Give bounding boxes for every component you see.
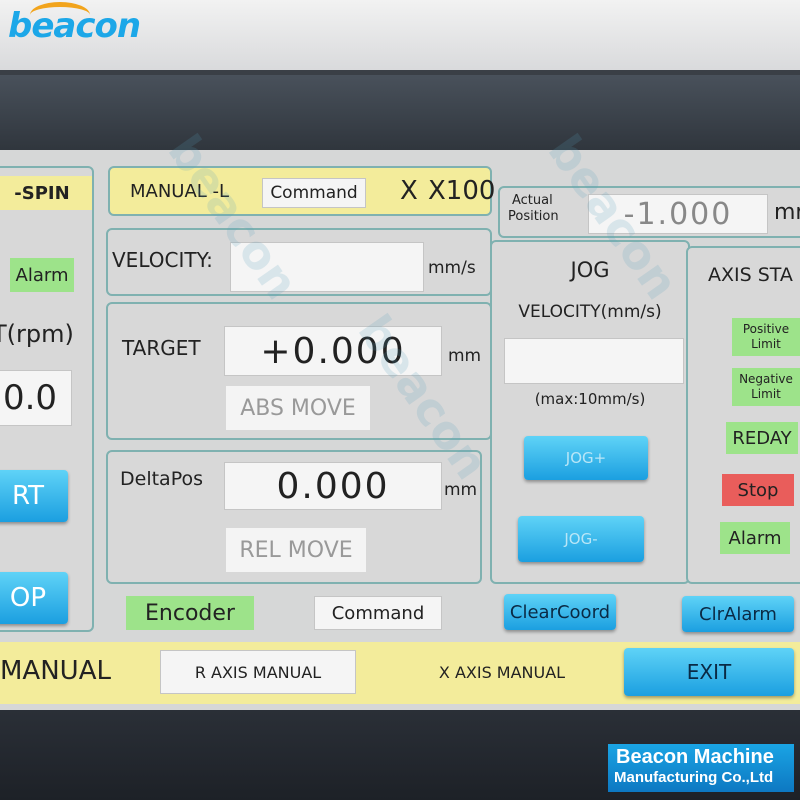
spin-alarm-indicator: Alarm xyxy=(10,258,74,292)
rpm-value: 0.0 xyxy=(0,370,72,426)
header-command-field: Command xyxy=(262,178,366,208)
mode-label: MANUAL -L xyxy=(130,181,230,202)
jog-max-note: (max:10mm/s) xyxy=(534,390,646,408)
velocity-panel: VELOCITY: mm/s xyxy=(106,228,492,296)
axis-status-title: AXIS STA xyxy=(708,264,793,286)
brand-banner: Beacon Machine Manufacturing Co.,Ltd xyxy=(608,744,794,792)
jog-plus-button[interactable]: JOG+ xyxy=(524,436,648,480)
axis-alarm-indicator: Alarm xyxy=(720,522,790,554)
axis-status-panel: AXIS STA Positive Limit Negative Limit R… xyxy=(686,246,800,584)
jog-title: JOG xyxy=(570,258,610,282)
negative-limit-indicator: Negative Limit xyxy=(732,368,800,406)
target-panel: TARGET +0.000 mm ABS MOVE xyxy=(106,302,492,440)
target-unit: mm xyxy=(448,346,482,366)
clear-coord-button[interactable]: ClearCoord xyxy=(504,594,616,630)
jog-velocity-label: VELOCITY(mm/s) xyxy=(518,302,662,322)
velocity-input[interactable] xyxy=(230,242,424,292)
brand-logo: beacon xyxy=(8,6,141,46)
bottom-tab-bar: MANUAL R AXIS MANUAL X AXIS MANUAL EXIT xyxy=(0,642,800,704)
stop-indicator: Stop xyxy=(722,474,794,506)
target-input[interactable]: +0.000 xyxy=(224,326,442,376)
footer-command-field: Command xyxy=(314,596,442,630)
rpm-label: T(rpm) xyxy=(0,320,74,348)
left-spin-panel: -SPIN Alarm T(rpm) 0.0 RT OP xyxy=(0,166,94,632)
actual-position-panel: Actual Position -1.000 mr xyxy=(498,186,800,238)
manual-header: MANUAL -L Command X X100 xyxy=(108,166,496,216)
delta-input[interactable]: 0.000 xyxy=(224,462,442,510)
rel-move-button[interactable]: REL MOVE xyxy=(226,528,366,572)
brand-line-2: Manufacturing Co.,Ltd xyxy=(614,769,774,786)
exit-button[interactable]: EXIT xyxy=(624,648,794,696)
tab-r-axis-manual[interactable]: R AXIS MANUAL xyxy=(160,650,356,694)
scale-label: X100 xyxy=(428,176,496,206)
delta-panel: DeltaPos 0.000 mm REL MOVE xyxy=(106,450,482,584)
positive-limit-indicator: Positive Limit xyxy=(732,318,800,356)
encoder-indicator: Encoder xyxy=(126,596,254,630)
actual-position-value: -1.000 xyxy=(588,194,768,234)
hmi-screen: -SPIN Alarm T(rpm) 0.0 RT OP MANUAL -L C… xyxy=(0,125,800,710)
jog-minus-button[interactable]: JOG- xyxy=(518,516,644,562)
spin-label: -SPIN xyxy=(0,176,92,210)
device-bezel-inner xyxy=(0,75,800,155)
abs-move-button[interactable]: ABS MOVE xyxy=(226,386,370,430)
start-button[interactable]: RT xyxy=(0,470,68,522)
brand-line-1: Beacon Machine xyxy=(616,746,774,768)
delta-label: DeltaPos xyxy=(120,468,203,490)
actual-position-label-1: Actual xyxy=(512,193,553,208)
velocity-label: VELOCITY: xyxy=(112,248,213,272)
jog-velocity-input[interactable] xyxy=(504,338,684,384)
tab-x-axis-manual[interactable]: X AXIS MANUAL xyxy=(404,650,600,694)
tab-manual[interactable]: MANUAL xyxy=(0,656,111,686)
stop-button[interactable]: OP xyxy=(0,572,68,624)
target-label: TARGET xyxy=(122,336,201,360)
actual-position-label-2: Position xyxy=(508,209,559,224)
velocity-unit: mm/s xyxy=(428,258,476,278)
clr-alarm-button[interactable]: ClrAlarm xyxy=(682,596,794,632)
delta-unit: mm xyxy=(444,480,478,500)
actual-position-unit: mr xyxy=(774,200,800,225)
jog-panel: JOG VELOCITY(mm/s) (max:10mm/s) JOG+ JOG… xyxy=(490,240,690,584)
ready-indicator: REDAY xyxy=(726,422,798,454)
axis-label: X xyxy=(400,176,418,206)
